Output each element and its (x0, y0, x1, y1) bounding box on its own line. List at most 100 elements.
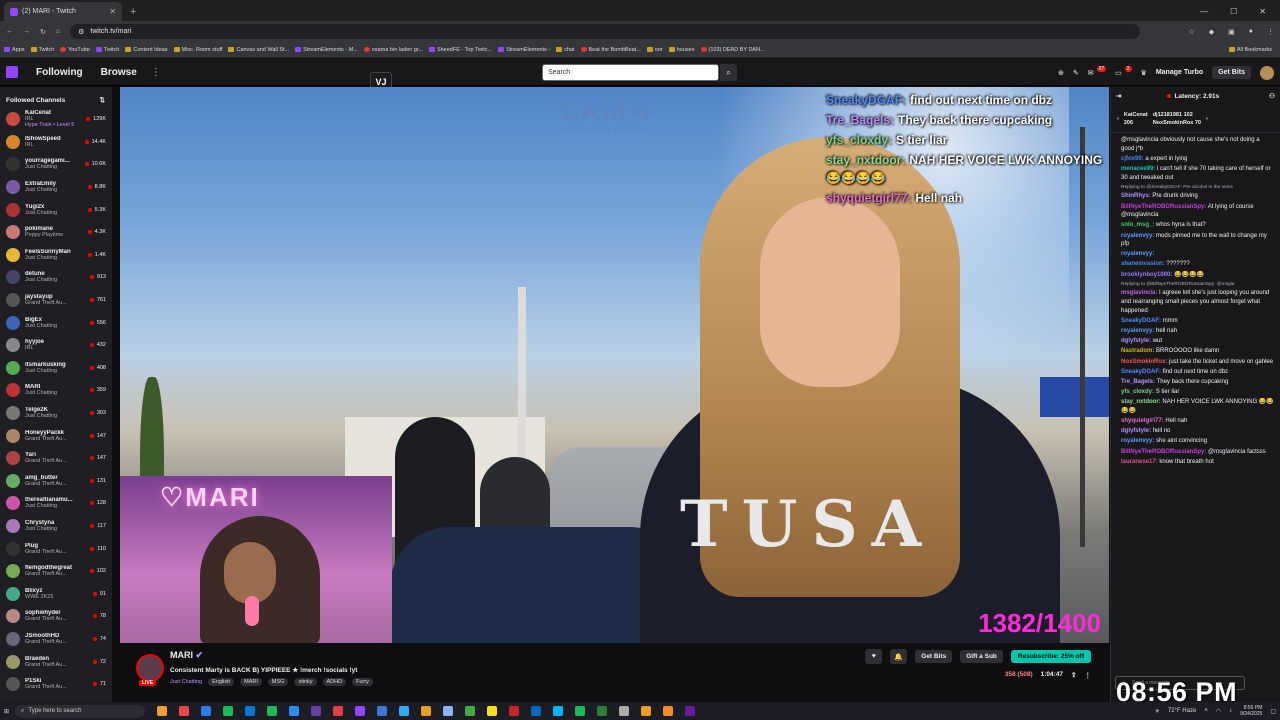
chat-message[interactable]: Replying to @SneakyDGAF: Pre alcohol in … (1121, 184, 1274, 201)
stream-tag[interactable]: English (208, 678, 235, 686)
bookmark-item[interactable]: StreamElements - M... (295, 47, 358, 53)
forward-icon[interactable]: → (23, 28, 30, 35)
bookmark-item[interactable]: chat (556, 47, 575, 53)
bookmark-item[interactable]: Beat the BombBeat... (580, 47, 641, 53)
prev-arrow-icon[interactable]: ‹ (1117, 116, 1119, 122)
notification-center-icon[interactable]: ▢ (1270, 708, 1276, 715)
taskbar-app-icon[interactable] (267, 706, 278, 716)
sidebar-channel[interactable]: detune Just Chatting 913 (0, 266, 112, 289)
sidebar-channel[interactable]: MARI Just Chatting 359 (0, 379, 112, 402)
bookmark-item[interactable]: StreamElements - (498, 47, 550, 53)
back-icon[interactable]: ← (6, 28, 13, 35)
sidebar-channel[interactable]: Blixyz WWE 2K25 91 (0, 582, 112, 605)
extensions-puzzle-icon[interactable]: ▣ (1228, 28, 1235, 36)
taskbar-app-icon[interactable] (575, 706, 586, 716)
chat-username[interactable]: yfs_cloxdy: (1121, 389, 1154, 395)
taskbar-search[interactable]: ⌕ Type here to search (15, 704, 146, 718)
nav-following[interactable]: Following (36, 67, 83, 78)
sidebar-channel[interactable]: Yari Grand Theft Au... 147 (0, 447, 112, 470)
taskbar-app-icon[interactable] (553, 706, 564, 716)
home-icon[interactable]: ⌂ (56, 28, 60, 35)
next-arrow-icon[interactable]: › (1206, 116, 1208, 122)
chat-username[interactable]: brooklynboy1000: (1121, 272, 1172, 278)
prime-crown-icon[interactable]: ♛ (1141, 69, 1147, 77)
search-input[interactable]: Search (542, 64, 719, 81)
taskbar-app-icon[interactable] (487, 706, 498, 716)
chat-message[interactable]: shaneinvasion: ??????? (1121, 260, 1274, 269)
users-icon[interactable]: ⚇ (1269, 92, 1275, 100)
chat-message[interactable]: royalenvyy: mods pinned me to the wall t… (1121, 232, 1274, 249)
chat-message[interactable]: SneakyDGAF: mmm (1121, 317, 1274, 326)
maximize-icon[interactable]: ☐ (1230, 7, 1237, 16)
chat-message[interactable]: royalenvyy: she aint convincing (1121, 437, 1274, 446)
chat-username[interactable]: shyquietgirl77: (1121, 418, 1164, 424)
taskbar-app-icon[interactable] (421, 706, 432, 716)
taskbar-app-icon[interactable] (201, 706, 212, 716)
bookmark-item[interactable]: osama bin laden gr... (363, 47, 423, 53)
taskbar-app-icon[interactable] (685, 706, 696, 716)
sidebar-channel[interactable]: JSmoothHD Grand Theft Au... 74 (0, 628, 112, 651)
bookmark-item[interactable]: oor (646, 47, 663, 53)
chat-message[interactable]: brooklynboy1000: 😂😂😂😂 (1121, 271, 1274, 280)
stream-tag[interactable]: ADHD (322, 678, 347, 686)
taskbar-app-icon[interactable] (333, 706, 344, 716)
reload-icon[interactable]: ↻ (40, 28, 46, 36)
gift-sub-button[interactable]: Gift a Sub (960, 650, 1003, 663)
whispers-icon[interactable]: ▭ (1115, 69, 1122, 77)
taskbar-app-icon[interactable] (289, 706, 300, 716)
browser-tab[interactable]: (2) MARI - Twitch ✕ (4, 2, 122, 21)
chat-username[interactable]: dglyfstyle: (1121, 428, 1151, 434)
close-window-icon[interactable]: ✕ (1259, 7, 1266, 16)
nav-browse[interactable]: Browse (101, 67, 137, 78)
sidebar-channel[interactable]: Chrystyna Just Chatting 117 (0, 515, 112, 538)
chat-username[interactable]: NoxSmokinRox: (1121, 359, 1167, 365)
chat-username[interactable]: Nastradom: (1121, 348, 1154, 354)
chat-message[interactable]: BillNyeTheROBORussianSpy: At lying of co… (1121, 203, 1274, 220)
sidebar-channel[interactable]: hyyjoe IRL 432 (0, 334, 112, 357)
weather-icon[interactable]: ☀ (1155, 708, 1160, 715)
stream-tag[interactable]: stinky (294, 678, 317, 686)
site-info-icon[interactable]: ⚙ (78, 28, 84, 36)
search-icon[interactable]: ⌕ (720, 64, 737, 81)
chat-username[interactable]: royalenvyy: (1121, 438, 1154, 444)
chat-username[interactable]: SneakyDGAF: (1121, 318, 1161, 324)
chat-username[interactable]: menacee99: (1121, 166, 1155, 172)
sidebar-channel[interactable]: HoneyyPackk Grand Theft Au... 147 (0, 424, 112, 447)
profile-avatar-icon[interactable]: ● (1249, 28, 1253, 36)
chat-message[interactable]: stay_nxtdoor: NAH HER VOICE LWK ANNOYING… (1121, 398, 1274, 415)
wifi-icon[interactable]: ◠ (1216, 708, 1221, 715)
bookmark-item[interactable]: SheedFE - Top Twitc... (428, 47, 492, 53)
taskbar-app-icon[interactable] (179, 706, 190, 716)
taskbar-app-icon[interactable] (619, 706, 630, 716)
chat-username[interactable]: Tre_Bagels: (1121, 379, 1155, 385)
taskbar-app-icon[interactable] (377, 706, 388, 716)
bookmark-item[interactable]: Misc. Room stuff (173, 47, 222, 53)
chat-username[interactable]: shaneinvasion: (1121, 261, 1165, 267)
chat-username[interactable]: msglavincia: (1121, 290, 1157, 296)
bookmark-item[interactable]: Apps (4, 47, 25, 53)
more-options-icon[interactable]: ⋮ (151, 67, 161, 78)
extension-icon[interactable]: ✎ (1073, 69, 1079, 77)
sidebar-channel[interactable]: ExtraEmily Just Chatting 8.8K (0, 176, 112, 199)
streamer-avatar[interactable] (136, 654, 164, 682)
chat-message[interactable]: dglyfstyle: wut (1121, 337, 1274, 346)
taskbar-app-icon[interactable] (223, 706, 234, 716)
volume-icon[interactable]: ♪ (1229, 708, 1232, 714)
chat-message[interactable]: Tre_Bagels: They back there cupcaking (1121, 378, 1274, 387)
chat-username[interactable]: BillNyeTheROBORussianSpy: (1121, 204, 1206, 210)
taskbar-app-icon[interactable] (157, 706, 168, 716)
sidebar-channel[interactable]: Yugi2x Just Chatting 5.3K (0, 198, 112, 221)
chat-message[interactable]: SneakyDGAF: find out next time on dbz (1121, 368, 1274, 377)
chat-username[interactable]: lauranese17: (1121, 459, 1158, 465)
chat-username[interactable]: royalenvyy: (1121, 233, 1154, 239)
bookmark-item[interactable]: houses (668, 47, 695, 53)
taskbar-app-icon[interactable] (355, 706, 366, 716)
sidebar-channel[interactable]: IShowSpeed IRL 14.4K (0, 131, 112, 154)
chat-message[interactable]: yfs_cloxdy: S tier liar (1121, 388, 1274, 397)
close-tab-icon[interactable]: ✕ (109, 7, 116, 16)
sidebar-channel[interactable]: Braeden Grand Theft Au... 72 (0, 650, 112, 673)
chat-message[interactable]: cjfox99: a expert in lying (1121, 155, 1274, 164)
get-bits-button[interactable]: Get Bits (915, 650, 953, 663)
chat-message[interactable]: BillNyeTheROBORussianSpy: @msglavincia f… (1121, 448, 1274, 457)
chat-username[interactable]: ShinRhys: (1121, 193, 1151, 199)
